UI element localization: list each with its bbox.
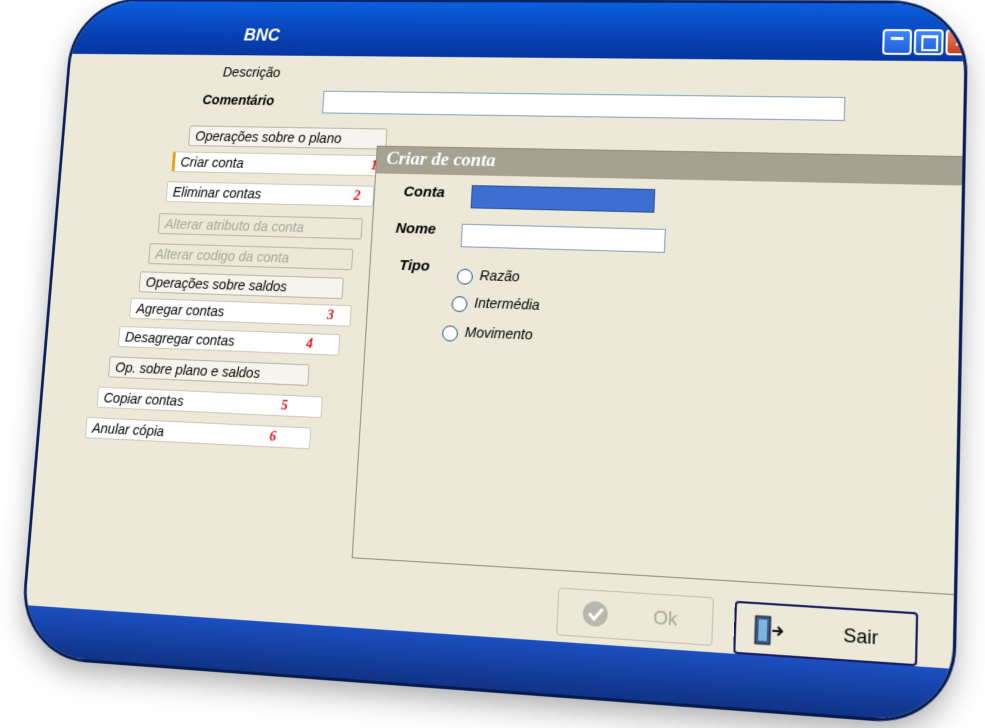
comentario-label: Comentário bbox=[202, 92, 275, 108]
menu-item-11[interactable]: Anular cópia 6 bbox=[84, 416, 312, 450]
close-icon: ✕ bbox=[953, 33, 966, 50]
menu-item-6: Operações sobre saldos bbox=[138, 271, 344, 300]
radio-movimento-label: Movimento bbox=[464, 324, 534, 343]
window-title: BNC bbox=[243, 25, 281, 45]
menu-item-7[interactable]: Agregar contas 3 bbox=[129, 297, 352, 327]
menu-item-label: Eliminar contas bbox=[172, 184, 262, 202]
menu-item-label: Operações sobre saldos bbox=[145, 274, 288, 295]
step-number: 6 bbox=[268, 429, 277, 445]
nome-label: Nome bbox=[395, 220, 437, 238]
menu-item-label: Copiar contas bbox=[103, 389, 185, 409]
criar-conta-panel: Criar de conta Conta Nome Tipo Razão Int… bbox=[351, 145, 966, 598]
exit-door-icon bbox=[750, 612, 785, 648]
radio-movimento[interactable] bbox=[441, 325, 459, 342]
step-number: 3 bbox=[326, 308, 335, 324]
minimize-icon bbox=[890, 36, 904, 41]
ok-button-label: Ok bbox=[652, 607, 678, 630]
step-number: 4 bbox=[305, 336, 314, 352]
sair-button-label: Sair bbox=[843, 624, 879, 649]
panel-header: Criar de conta bbox=[376, 146, 966, 187]
menu-item-label: Alterar codigo da conta bbox=[154, 246, 290, 266]
menu-item-4: Alterar atributo da conta bbox=[157, 213, 363, 240]
comentario-field[interactable] bbox=[322, 90, 846, 121]
menu-item-label: Op. sobre plano e saldos bbox=[114, 359, 261, 381]
menu-item-9: Op. sobre plano e saldos bbox=[108, 356, 310, 386]
ok-button[interactable]: Ok bbox=[556, 587, 714, 646]
menu-item-8[interactable]: Desagregar contas 4 bbox=[117, 325, 341, 356]
screenshot-stage: BNC ✕ Descrição Comentário Operações sob… bbox=[1, 1, 985, 728]
minimize-button[interactable] bbox=[882, 29, 913, 55]
close-button[interactable]: ✕ bbox=[945, 29, 966, 56]
radio-razao[interactable] bbox=[456, 268, 474, 285]
panel-title: Criar de conta bbox=[385, 148, 497, 171]
menu-item-2[interactable]: Criar conta 1 bbox=[171, 151, 386, 177]
radio-intermedia-label: Intermédia bbox=[473, 294, 541, 313]
conta-label: Conta bbox=[403, 183, 446, 201]
menu-item-10[interactable]: Copiar contas 5 bbox=[96, 386, 323, 419]
conta-field[interactable] bbox=[470, 185, 656, 213]
radio-intermedia[interactable] bbox=[451, 295, 468, 313]
nome-field[interactable] bbox=[460, 223, 666, 253]
menu-item-label: Agregar contas bbox=[135, 300, 225, 320]
menu-item-label: Desagregar contas bbox=[124, 329, 236, 349]
step-number: 5 bbox=[280, 398, 289, 414]
menu-item-label: Anular cópia bbox=[91, 420, 165, 440]
maximize-button[interactable] bbox=[913, 29, 944, 56]
menu-item-3[interactable]: Eliminar contas 2 bbox=[165, 181, 375, 207]
menu-item-label: Alterar atributo da conta bbox=[164, 216, 305, 236]
descricao-label: Descrição bbox=[222, 64, 281, 80]
radio-razao-label: Razão bbox=[479, 267, 520, 285]
menu-item-5: Alterar codigo da conta bbox=[148, 243, 354, 271]
menu-item-1: Operações sobre o plano bbox=[188, 125, 388, 150]
check-icon bbox=[582, 600, 610, 628]
maximize-icon bbox=[921, 35, 939, 52]
menu-item-label: Operações sobre o plano bbox=[194, 128, 342, 146]
tipo-label: Tipo bbox=[398, 257, 431, 275]
dialog-window: BNC ✕ Descrição Comentário Operações sob… bbox=[21, 1, 966, 724]
title-bar[interactable]: BNC ✕ bbox=[71, 1, 966, 62]
menu-item-label: Criar conta bbox=[180, 154, 245, 171]
step-number: 2 bbox=[353, 189, 361, 204]
